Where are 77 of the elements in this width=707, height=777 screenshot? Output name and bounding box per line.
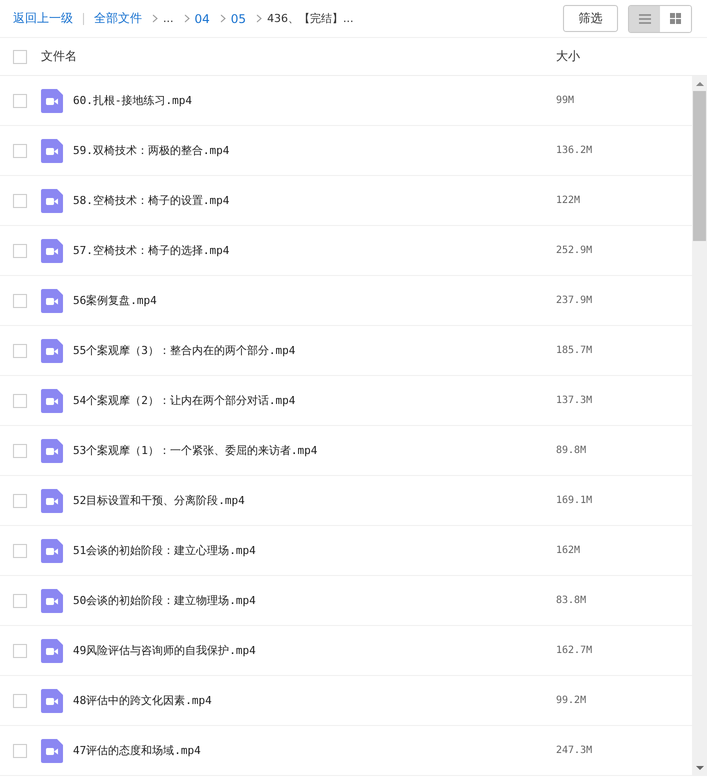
breadcrumb-text: ... <box>163 12 174 25</box>
select-all-checkbox[interactable] <box>13 50 27 64</box>
row-checkbox[interactable] <box>13 394 27 408</box>
video-file-icon <box>41 438 63 462</box>
row-checkbox[interactable] <box>13 744 27 758</box>
list-icon <box>638 14 650 24</box>
file-size: 89.8M <box>556 445 588 456</box>
video-file-icon <box>41 488 63 512</box>
scroll-down-icon[interactable] <box>696 766 704 771</box>
file-name[interactable]: 49风险评估与咨询师的自我保护.mp4 <box>73 643 556 658</box>
scrollbar-thumb[interactable] <box>693 91 706 241</box>
file-name[interactable]: 55个案观摩（3）：整合内在的两个部分.mp4 <box>73 343 556 358</box>
row-checkbox[interactable] <box>13 344 27 358</box>
video-file-icon <box>41 388 63 412</box>
video-file-icon <box>41 238 63 262</box>
row-checkbox[interactable] <box>13 444 27 458</box>
file-name[interactable]: 60.扎根-接地练习.mp4 <box>73 93 556 108</box>
breadcrumb-link[interactable]: 04 <box>194 12 210 26</box>
grid-icon <box>670 13 681 24</box>
file-size: 247.3M <box>556 745 594 756</box>
file-name[interactable]: 47评估的态度和场域.mp4 <box>73 743 556 758</box>
filter-button[interactable]: 筛选 <box>563 5 618 32</box>
chevron-icon <box>152 14 158 23</box>
file-name[interactable]: 57.空椅技术：椅子的选择.mp4 <box>73 243 556 258</box>
file-name[interactable]: 50会谈的初始阶段：建立物理场.mp4 <box>73 593 556 608</box>
file-size: 169.1M <box>556 495 594 506</box>
breadcrumb-link[interactable]: 05 <box>230 12 246 26</box>
file-name[interactable]: 54个案观摩（2）：让内在两个部分对话.mp4 <box>73 393 556 408</box>
video-file-icon <box>41 738 63 762</box>
file-size: 137.3M <box>556 395 594 406</box>
video-file-icon <box>41 138 63 162</box>
all-files-link[interactable]: 全部文件 <box>94 10 142 27</box>
video-file-icon <box>41 588 63 612</box>
row-checkbox[interactable] <box>13 294 27 308</box>
row-checkbox[interactable] <box>13 494 27 508</box>
breadcrumb-text: 436、【完结】... <box>267 11 354 26</box>
chevron-icon <box>256 14 262 23</box>
row-checkbox[interactable] <box>13 644 27 658</box>
video-file-icon <box>41 88 63 112</box>
file-name[interactable]: 59.双椅技术：两极的整合.mp4 <box>73 143 556 158</box>
video-file-icon <box>41 188 63 212</box>
chevron-icon <box>220 14 226 23</box>
file-size: 99.2M <box>556 695 588 706</box>
row-checkbox[interactable] <box>13 194 27 208</box>
file-name[interactable]: 52目标设置和干预、分离阶段.mp4 <box>73 493 556 508</box>
file-name[interactable]: 56案例复盘.mp4 <box>73 293 556 308</box>
row-checkbox[interactable] <box>13 544 27 558</box>
video-file-icon <box>41 338 63 362</box>
file-size: 99M <box>556 95 576 106</box>
list-view-button[interactable] <box>629 6 660 32</box>
file-size: 162M <box>556 545 582 556</box>
column-header[interactable]: 大小 <box>556 48 707 65</box>
video-file-icon <box>41 288 63 312</box>
row-checkbox[interactable] <box>13 144 27 158</box>
file-size: 83.8M <box>556 595 588 606</box>
row-checkbox[interactable] <box>13 694 27 708</box>
file-name[interactable]: 53个案观摩（1）：一个紧张、委屈的来访者.mp4 <box>73 443 556 458</box>
file-size: 237.9M <box>556 295 594 306</box>
scroll-up-icon[interactable] <box>696 81 704 86</box>
video-file-icon <box>41 688 63 712</box>
file-name[interactable]: 48评估中的跨文化因素.mp4 <box>73 693 556 708</box>
row-checkbox[interactable] <box>13 594 27 608</box>
file-size: 185.7M <box>556 345 594 356</box>
row-checkbox[interactable] <box>13 244 27 258</box>
row-checkbox[interactable] <box>13 94 27 108</box>
video-file-icon <box>41 638 63 662</box>
file-size: 136.2M <box>556 145 594 156</box>
file-name[interactable]: 58.空椅技术：椅子的设置.mp4 <box>73 193 556 208</box>
file-name[interactable]: 51会谈的初始阶段：建立心理场.mp4 <box>73 543 556 558</box>
chevron-icon <box>184 14 190 23</box>
scrollbar[interactable] <box>692 76 707 776</box>
column-header[interactable]: 文件名 <box>41 48 556 65</box>
file-size: 252.9M <box>556 245 594 256</box>
file-size: 162.7M <box>556 645 594 656</box>
file-size: 122M <box>556 195 582 206</box>
back-link[interactable]: 返回上一级 <box>13 10 73 27</box>
video-file-icon <box>41 538 63 562</box>
